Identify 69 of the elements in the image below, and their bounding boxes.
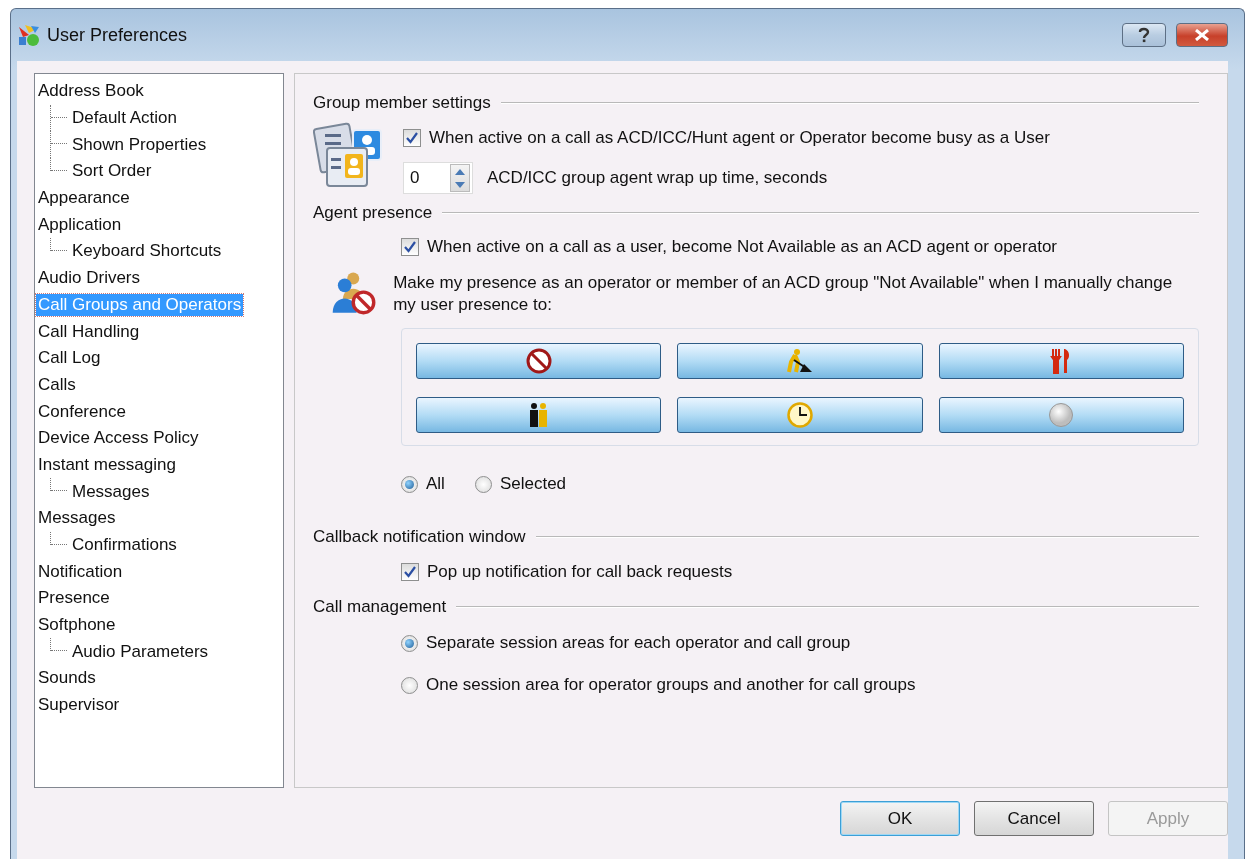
section-heading: Group member settings bbox=[313, 93, 491, 113]
section-heading: Call management bbox=[313, 597, 447, 617]
tree-item[interactable]: Appearance bbox=[36, 187, 132, 210]
tree-item[interactable]: Address Book bbox=[36, 80, 146, 103]
presence-button[interactable] bbox=[938, 343, 1184, 379]
section-heading: Agent presence bbox=[313, 203, 433, 223]
arrow-down-icon bbox=[455, 181, 465, 188]
tree-item[interactable]: Keyboard Shortcuts bbox=[70, 240, 224, 263]
checkbox-label: When active on a call as ACD/ICC/Hunt agent or Operator become busy as a User bbox=[429, 128, 1050, 148]
presence-button[interactable] bbox=[416, 343, 662, 379]
close-button[interactable] bbox=[1176, 23, 1228, 47]
no-entry-icon bbox=[525, 348, 552, 374]
presence-button[interactable] bbox=[677, 396, 923, 433]
arrow-up-icon bbox=[455, 168, 465, 175]
radio-label: All bbox=[426, 474, 445, 494]
tree-item[interactable]: Supervisor bbox=[36, 694, 122, 717]
checkbox[interactable] bbox=[401, 238, 419, 256]
presence-button[interactable] bbox=[938, 396, 1184, 433]
blank-circle-icon bbox=[1048, 401, 1075, 428]
radio-label: Selected bbox=[499, 474, 567, 494]
tree-item[interactable]: Audio Parameters bbox=[70, 640, 211, 663]
tree-item[interactable]: Confirmations bbox=[70, 534, 179, 557]
clock-icon bbox=[787, 401, 813, 428]
checkbox[interactable] bbox=[403, 129, 421, 147]
radio-button[interactable] bbox=[401, 475, 418, 493]
tree-connector bbox=[50, 638, 70, 652]
radio-label: One session area for operator groups and another for call groups bbox=[426, 675, 916, 695]
checkbox[interactable] bbox=[401, 563, 419, 581]
tree-item[interactable]: Instant messaging bbox=[36, 453, 178, 476]
section-heading: Callback notification window bbox=[313, 527, 526, 547]
presence-button[interactable] bbox=[677, 343, 923, 379]
radio-button[interactable] bbox=[474, 475, 492, 493]
tree-item[interactable]: Notification bbox=[36, 560, 125, 583]
app-icon bbox=[17, 23, 41, 47]
tree-connector bbox=[50, 238, 70, 252]
number-spinner[interactable]: 0 bbox=[403, 162, 473, 194]
tree-connector bbox=[50, 104, 70, 132]
field-label: ACD/ICC group agent wrap up time, seconds bbox=[487, 168, 828, 188]
window-title: User Preferences bbox=[47, 24, 189, 46]
tree-item[interactable]: Sounds bbox=[36, 667, 98, 690]
digging-person-icon bbox=[786, 348, 814, 374]
help-icon bbox=[1138, 27, 1150, 43]
tree-item[interactable]: Audio Drivers bbox=[36, 267, 143, 290]
description-text: Make my presence as an operator or member of an ACD group "Not Available" when I manually change my user presence to: bbox=[393, 272, 1174, 316]
tree-item[interactable]: Softphone bbox=[36, 614, 118, 637]
radio-button[interactable] bbox=[401, 676, 418, 694]
dialog-button[interactable]: Cancel bbox=[974, 801, 1094, 836]
close-icon bbox=[1194, 29, 1210, 41]
tree-item[interactable]: Call Handling bbox=[36, 320, 142, 343]
tree-item[interactable]: Sort Order bbox=[70, 160, 154, 183]
tree-item[interactable]: Messages bbox=[36, 507, 118, 530]
tree-connector bbox=[50, 531, 70, 545]
help-button[interactable] bbox=[1122, 23, 1166, 47]
presence-button[interactable] bbox=[416, 396, 662, 433]
dialog-button[interactable]: OK bbox=[840, 801, 960, 836]
tree-item[interactable]: Call Log bbox=[36, 347, 103, 370]
tree-connector bbox=[50, 478, 70, 492]
tree-item[interactable]: Shown Properties bbox=[70, 133, 209, 156]
checkbox-label: Pop up notification for call back requests bbox=[427, 562, 733, 582]
tree-item[interactable]: Calls bbox=[36, 373, 78, 396]
tree-item[interactable]: Messages bbox=[70, 480, 152, 503]
tree-item[interactable]: Default Action bbox=[70, 107, 179, 130]
radio-label: Separate session areas for each operator and call group bbox=[426, 633, 851, 653]
radio-button[interactable] bbox=[401, 634, 418, 652]
tree-item[interactable]: Conference bbox=[36, 400, 128, 423]
checkbox-label: When active on a call as a user, become Not Available as an ACD agent or operator bbox=[427, 237, 1057, 257]
tree-item[interactable]: Application bbox=[36, 213, 124, 236]
tree-item[interactable]: Device Access Policy bbox=[36, 427, 201, 450]
tree-item[interactable]: Presence bbox=[36, 587, 112, 610]
